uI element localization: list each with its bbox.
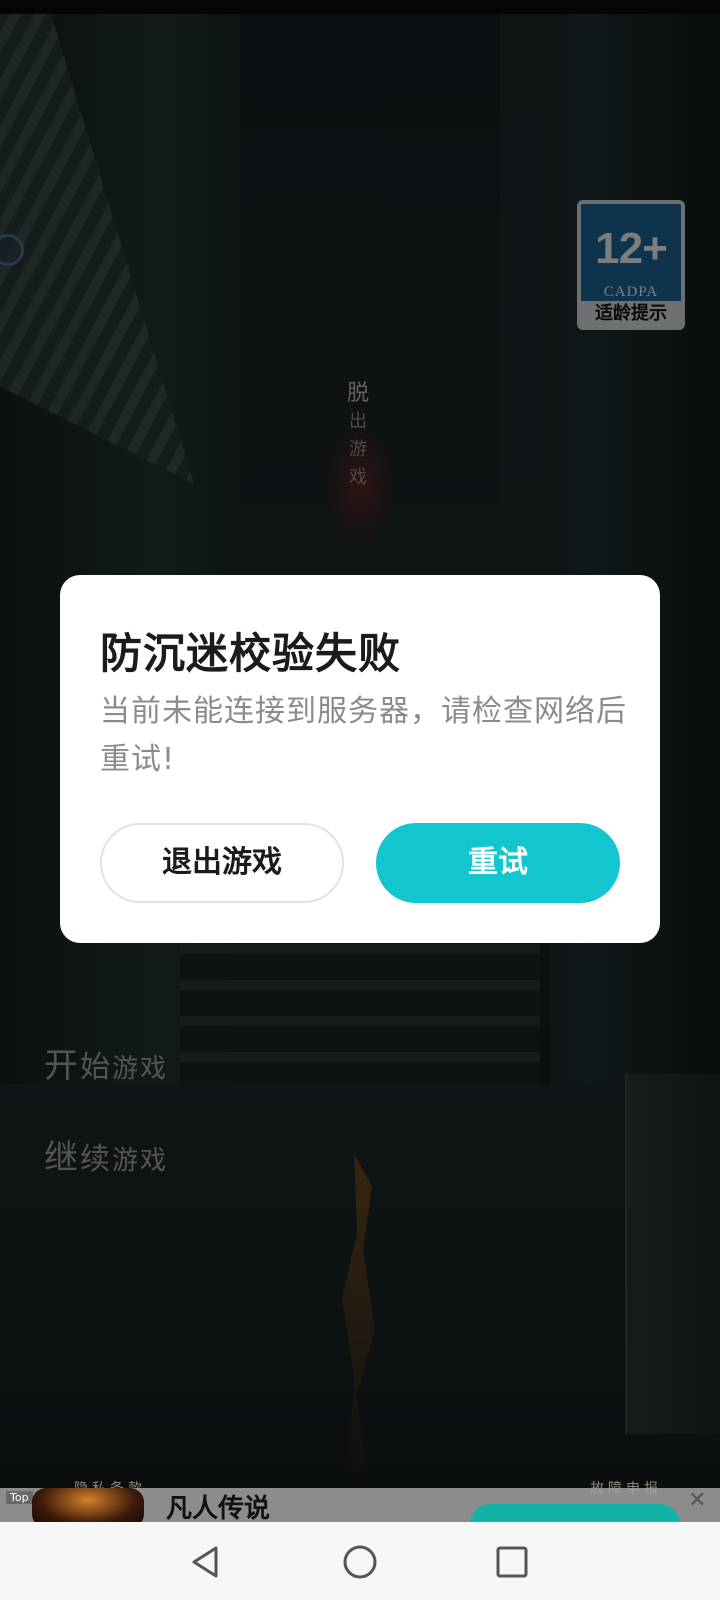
home-circle-icon[interactable]	[340, 1542, 380, 1582]
dialog-title: 防沉迷校验失败	[100, 629, 402, 678]
recents-square-icon[interactable]	[492, 1542, 532, 1582]
exit-game-button[interactable]: 退出游戏	[100, 823, 344, 903]
dialog-message: 当前未能连接到服务器，请检查网络后重试!	[100, 694, 627, 777]
ad-banner[interactable]: Top 凡人传说 ✕	[0, 1488, 720, 1522]
retry-button[interactable]: 重试	[376, 823, 620, 903]
anti-addiction-dialog: 防沉迷校验失败 当前未能连接到服务器，请检查网络后重试! 退出游戏 重试	[60, 575, 660, 943]
status-bar	[0, 0, 720, 14]
ad-action-button[interactable]	[470, 1504, 680, 1522]
close-icon[interactable]: ✕	[688, 1488, 706, 1513]
ad-tag: Top	[6, 1491, 33, 1504]
ad-thumbnail	[32, 1488, 144, 1522]
ad-title: 凡人传说	[166, 1494, 271, 1522]
back-triangle-icon[interactable]	[186, 1542, 226, 1582]
navigation-bar	[0, 1522, 720, 1600]
